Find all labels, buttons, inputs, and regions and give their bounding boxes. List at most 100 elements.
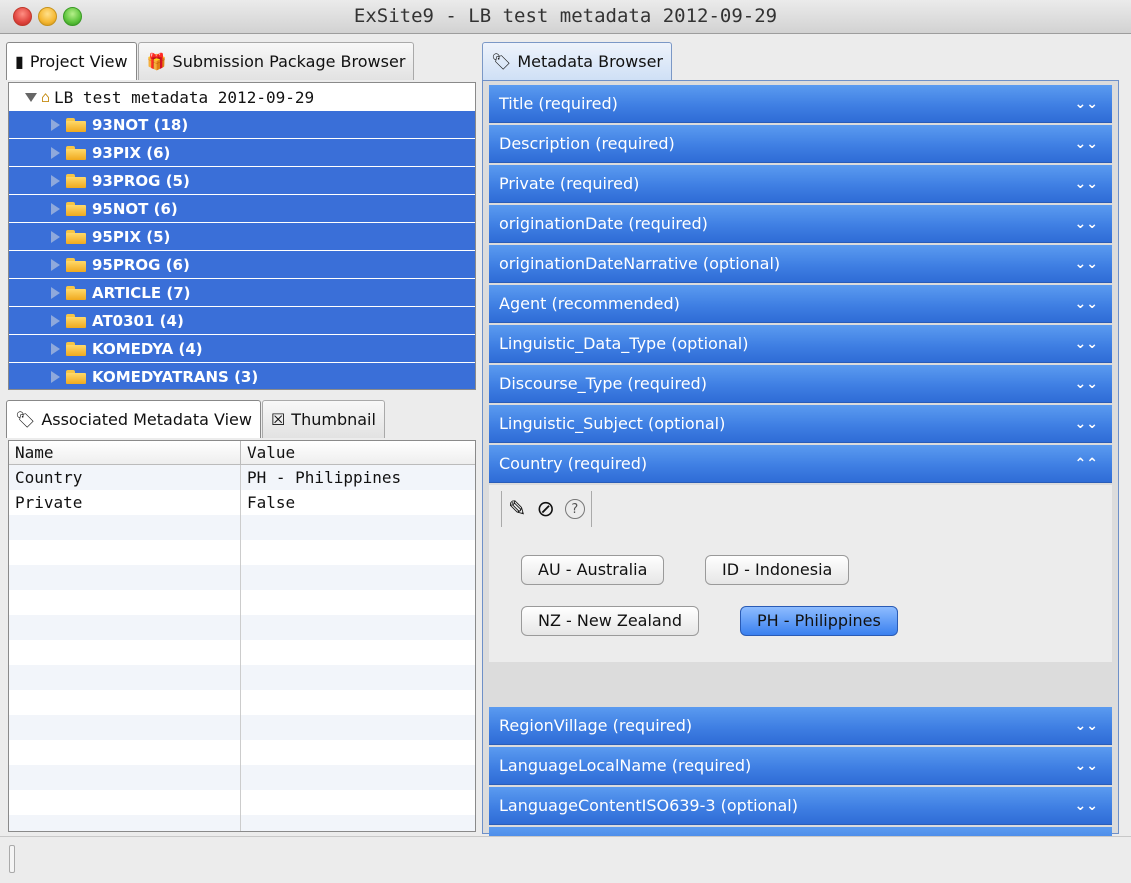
chevron-double-down-icon[interactable]: ⌄⌄ [1075,216,1098,232]
tab-metadata-browser[interactable]: 🏷 Metadata Browser [482,42,672,80]
folder-label: 93NOT (18) [92,115,189,134]
chevron-double-down-icon[interactable]: ⌄⌄ [1075,718,1098,734]
metadata-section[interactable]: RegionVillage (required) ⌄⌄ [489,707,1112,745]
tree-folder-item[interactable]: 93NOT (18) [9,111,475,138]
chevron-double-down-icon[interactable]: ⌄⌄ [1075,798,1098,814]
column-header-value[interactable]: Value [241,441,475,464]
metadata-section[interactable]: originationDate (required) ⌄⌄ [489,205,1112,243]
folder-icon [66,313,86,328]
tab-project-view[interactable]: ▮ Project View [6,42,137,80]
option-id-indonesia[interactable]: ID - Indonesia [705,555,850,585]
chevron-double-down-icon[interactable]: ⌄⌄ [1075,256,1098,272]
chevron-double-up-icon[interactable]: ⌃⌃ [1075,456,1098,472]
chevron-double-down-icon[interactable]: ⌄⌄ [1075,336,1098,352]
tree-folder-item[interactable]: KOMEDYATRANS (3) [9,363,475,389]
cell-name [9,590,241,615]
folder-icon [66,257,86,272]
table-row[interactable] [9,740,475,765]
tag-icon: 🏷 [491,52,512,71]
folder-label: 95PIX (5) [92,227,171,246]
expand-triangle-icon[interactable] [51,370,60,383]
table-row[interactable] [9,540,475,565]
chevron-double-down-icon[interactable]: ⌄⌄ [1075,296,1098,312]
cell-name [9,540,241,565]
cell-name [9,765,241,790]
tree-folder-item[interactable]: 95PIX (5) [9,223,475,250]
tree-folder-item[interactable]: ARTICLE (7) [9,279,475,306]
chevron-double-down-icon[interactable]: ⌄⌄ [1075,96,1098,112]
right-tabstrip: 🏷 Metadata Browser [482,42,673,82]
tree-folder-item[interactable]: 93PROG (5) [9,167,475,194]
tree-folder-item[interactable]: 95PROG (6) [9,251,475,278]
tab-thumbnail[interactable]: ☒ Thumbnail [261,400,385,438]
section-country[interactable]: Country (required) ⌃⌃ [489,445,1112,483]
tree-root[interactable]: ⌂ LB test metadata 2012-09-29 [9,83,475,111]
table-row[interactable]: Country PH - Philippines [9,465,475,490]
chevron-double-down-icon[interactable]: ⌄⌄ [1075,136,1098,152]
table-row[interactable] [9,565,475,590]
expand-triangle-icon[interactable] [51,202,60,215]
status-bar [0,836,1131,883]
expand-triangle-icon[interactable] [51,286,60,299]
tree-folder-item[interactable]: 95NOT (6) [9,195,475,222]
option-au-australia[interactable]: AU - Australia [521,555,665,585]
option-ph-philippines[interactable]: PH - Philippines [740,606,898,636]
cell-value [241,740,475,765]
chevron-double-down-icon[interactable]: ⌄⌄ [1075,758,1098,774]
expand-triangle-icon[interactable] [51,118,60,131]
expand-triangle-icon[interactable] [51,146,60,159]
status-handle[interactable] [9,845,15,873]
expand-triangle-icon[interactable] [25,92,37,102]
table-row[interactable] [9,765,475,790]
metadata-section[interactable]: Linguistic_Subject (optional) ⌄⌄ [489,405,1112,443]
chevron-double-down-icon[interactable]: ⌄⌄ [1075,176,1098,192]
project-tree[interactable]: ⌂ LB test metadata 2012-09-29 93NOT (18)… [8,82,476,390]
tree-folder-item[interactable]: KOMEDYA (4) [9,335,475,362]
table-row[interactable] [9,665,475,690]
metadata-section[interactable]: Discourse_Type (required) ⌄⌄ [489,365,1112,403]
table-row[interactable]: Private False [9,490,475,515]
table-row[interactable] [9,640,475,665]
help-icon[interactable]: ? [564,499,585,519]
table-row[interactable] [9,590,475,615]
table-row[interactable] [9,615,475,640]
pencil-icon[interactable]: ✎ [508,497,526,522]
metadata-section[interactable]: originationDateNarrative (optional) ⌄⌄ [489,245,1112,283]
table-row[interactable] [9,690,475,715]
folder-label: 93PROG (5) [92,171,190,190]
tab-label: Metadata Browser [517,52,663,71]
table-row[interactable] [9,715,475,740]
tab-associated-metadata-view[interactable]: 🏷 Associated Metadata View [6,400,261,438]
expand-triangle-icon[interactable] [51,174,60,187]
expand-triangle-icon[interactable] [51,342,60,355]
metadata-section[interactable]: LanguageLocalName (required) ⌄⌄ [489,747,1112,785]
metadata-section[interactable]: Title (required) ⌄⌄ [489,85,1112,123]
metadata-section[interactable]: Description (required) ⌄⌄ [489,125,1112,163]
table-row[interactable] [9,815,475,831]
metadata-section[interactable]: Linguistic_Data_Type (optional) ⌄⌄ [489,325,1112,363]
house-icon: ⌂ [41,88,51,106]
cell-value: False [247,493,296,512]
cell-name [9,615,241,640]
chevron-double-down-icon[interactable]: ⌄⌄ [1075,416,1098,432]
expand-triangle-icon[interactable] [51,258,60,271]
country-toolbar: ✎ ⊘ ? [501,491,592,527]
tree-folder-item[interactable]: 93PIX (6) [9,139,475,166]
chevron-double-down-icon[interactable]: ⌄⌄ [1075,376,1098,392]
prohibit-icon[interactable]: ⊘ [536,497,554,522]
metadata-section[interactable]: Agent (recommended) ⌄⌄ [489,285,1112,323]
table-row[interactable] [9,790,475,815]
option-nz-new-zealand[interactable]: NZ - New Zealand [521,606,700,636]
tab-submission-package-browser[interactable]: 🎁 Submission Package Browser [137,42,415,80]
thumbnail-icon: ☒ [270,410,286,429]
table-row[interactable] [9,515,475,540]
metadata-section[interactable]: LanguageContentISO639-3 (optional) ⌄⌄ [489,787,1112,825]
column-header-name[interactable]: Name [9,441,241,464]
metadata-sections: Title (required) ⌄⌄ Description (required)… [482,80,1119,865]
expand-triangle-icon[interactable] [51,230,60,243]
cell-value: PH - Philippines [247,468,402,487]
cell-value [241,590,475,615]
metadata-section[interactable]: Private (required) ⌄⌄ [489,165,1112,203]
expand-triangle-icon[interactable] [51,314,60,327]
tree-folder-item[interactable]: AT0301 (4) [9,307,475,334]
